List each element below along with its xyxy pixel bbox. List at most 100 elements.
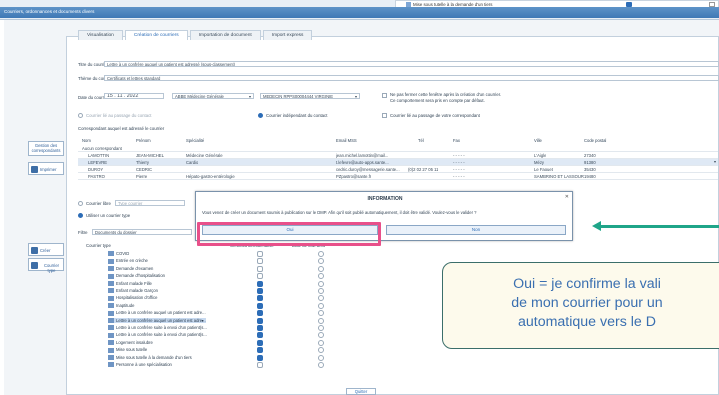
create-button[interactable]: Créer	[28, 243, 64, 256]
tree-item[interactable]: Entrée en crèche	[108, 258, 148, 264]
table-row[interactable]: LEFEVRE Thierry Cardio t.lefevre@auto-ap…	[78, 159, 718, 166]
tree-item-label: Enfant malade Garçon	[116, 288, 158, 293]
dialog-message: Vous venez de créer un document soumis à…	[202, 210, 477, 215]
cell-email: PZpastro@sante.fr	[336, 174, 372, 179]
linked-correspondant-checkbox[interactable]	[382, 113, 387, 118]
tree-item[interactable]: Logement insalubre	[108, 339, 153, 346]
author-select[interactable]: ABBE Médecine Générale	[172, 93, 254, 99]
print-button[interactable]: Imprimer	[28, 162, 64, 175]
tree-item-label: Lettre à un confrère suite à envoi d'un …	[116, 325, 207, 330]
auto-radio[interactable]	[318, 339, 324, 346]
no-button[interactable]: Non	[386, 225, 566, 235]
arrow-line	[600, 225, 719, 228]
certificate-checkbox[interactable]	[257, 288, 263, 294]
auto-radio[interactable]	[318, 302, 324, 309]
tab-importation-document[interactable]: Importation de document	[189, 30, 261, 40]
auto-radio[interactable]	[318, 354, 324, 361]
document-icon	[108, 332, 114, 338]
tree-item-label: Logement insalubre	[116, 339, 153, 345]
certificate-checkbox[interactable]	[257, 280, 263, 287]
cell-nom: PASTRO	[88, 174, 105, 179]
document-icon	[108, 362, 114, 368]
utiliser-courrier-type-radio[interactable]	[78, 213, 83, 218]
auto-radio[interactable]	[318, 325, 324, 331]
certificate-checkbox[interactable]	[257, 339, 263, 346]
certificate-checkbox[interactable]	[257, 310, 263, 317]
tree-item[interactable]: Enfant malade Fille	[108, 281, 152, 286]
auto-radio[interactable]	[318, 251, 324, 257]
tab-import-express[interactable]: Import express	[262, 30, 313, 40]
tree-item[interactable]: Demande d'examen	[108, 266, 153, 272]
tree-item[interactable]: Personne à une spécialisation	[108, 362, 172, 368]
certificate-checkbox[interactable]	[257, 332, 263, 339]
cell-email: jean.michel.lamottin@mail...	[336, 153, 389, 158]
certificate-checkbox[interactable]	[257, 295, 263, 302]
certificate-checkbox[interactable]	[257, 265, 263, 272]
tree-item[interactable]: Enfant malade Garçon	[108, 288, 158, 294]
tree-item[interactable]: COVID	[108, 251, 129, 257]
cell-nom: DUROY	[88, 167, 104, 172]
certificate-checkbox[interactable]	[257, 347, 263, 354]
table-row[interactable]: DUROY CEDRIC cedric.duroy@messagerie.san…	[78, 166, 718, 173]
auto-radio[interactable]	[318, 317, 324, 324]
tree-item[interactable]: Hospitalisation d'office	[108, 295, 157, 301]
tree-item[interactable]: Lettre à un confrère suite à envoi d'un …	[108, 332, 207, 338]
courrier-type-button[interactable]: Courrier type	[28, 258, 64, 273]
type-courrier-input[interactable]: Type courrier	[115, 200, 185, 206]
cell-prenom: Thierry	[136, 160, 150, 165]
certificate-checkbox[interactable]	[257, 273, 263, 280]
callout-line-1: Oui = je confirme la vali	[513, 276, 661, 292]
yes-highlight-box	[197, 222, 381, 246]
keep-open-sublabel: Ce comportement sera pris en compte par …	[390, 98, 485, 103]
auto-radio[interactable]	[318, 288, 324, 294]
certificate-checkbox[interactable]	[257, 302, 263, 309]
tree-item-label: Inaptitude	[116, 302, 135, 308]
table-row[interactable]: Aucun correspondant	[78, 145, 718, 152]
tree-item[interactable]: Demande d'hospitalisation	[108, 273, 165, 279]
certificate-checkbox[interactable]	[257, 317, 263, 324]
titre-field[interactable]: Lettre à un confrère auquel un patient e…	[104, 61, 719, 67]
cell-fax: - - - - -	[453, 153, 465, 158]
certificate-checkbox[interactable]	[257, 354, 263, 361]
doctor-select[interactable]: MEDECIN RPPS00004444 VIRGINIE	[260, 93, 360, 99]
col-nom: Nom	[82, 138, 91, 143]
tree-item[interactable]: Inaptitude	[108, 302, 135, 309]
certificate-checkbox[interactable]	[257, 251, 263, 257]
keep-open-label: Ne pas fermer cette fenêtre après la cré…	[390, 92, 502, 97]
document-icon	[108, 347, 114, 353]
tab-creation-courriers[interactable]: Création de courriers	[124, 30, 188, 40]
quit-button[interactable]: Quitter	[346, 388, 376, 395]
table-row[interactable]: LAMOTTIN JEAN-MICHEL Médecine Générale j…	[78, 152, 718, 159]
courrier-libre-radio[interactable]	[78, 201, 83, 206]
tree-item[interactable]: Mise sous tutelle à la demande d'un tier…	[108, 355, 192, 360]
document-icon	[108, 295, 114, 301]
tree-item[interactable]: Lettre à un confrère auquel un patient e…	[108, 310, 206, 316]
tree-item[interactable]: Lettre à un confrère suite à envoi d'un …	[108, 325, 207, 331]
close-icon[interactable]: ✕	[565, 194, 569, 200]
table-row[interactable]: PASTRO Pierre Hépato-gastro-entérologie …	[78, 173, 718, 180]
auto-radio[interactable]	[318, 280, 324, 287]
linked-contact-radio[interactable]	[78, 113, 83, 118]
keep-open-checkbox[interactable]	[382, 93, 387, 98]
top-bar: Mise sous tutelle à la demande d'un tier…	[0, 0, 719, 20]
cell-code-postal: 19480	[584, 174, 596, 179]
independent-contact-radio[interactable]	[258, 113, 263, 118]
tab-visualisation[interactable]: Visualisation	[78, 30, 123, 40]
document-icon	[108, 266, 114, 272]
tree-item-label: Demande d'hospitalisation	[116, 273, 165, 279]
tree-item[interactable]: Lettre à un confrère auquel un patient e…	[108, 317, 206, 323]
filtre-field[interactable]: Documents du dossier	[92, 229, 192, 235]
print-label: Imprimer	[40, 167, 57, 172]
col-ville: Ville	[534, 138, 542, 143]
auto-radio[interactable]	[318, 265, 324, 272]
tree-item[interactable]: Mise sous tutelle	[108, 347, 147, 353]
auto-radio[interactable]	[318, 362, 324, 368]
date-field[interactable]: 15 . 11 . 2022	[104, 93, 164, 99]
certificate-checkbox[interactable]	[257, 258, 263, 265]
document-icon	[108, 325, 114, 331]
manage-correspondants-button[interactable]: Gestion des correspondants	[28, 141, 64, 156]
theme-field[interactable]: Certificats et lettres standard	[104, 75, 719, 81]
certificate-checkbox[interactable]	[257, 325, 263, 331]
cell-code-postal: 91380	[584, 160, 596, 165]
certificate-checkbox[interactable]	[257, 362, 263, 368]
